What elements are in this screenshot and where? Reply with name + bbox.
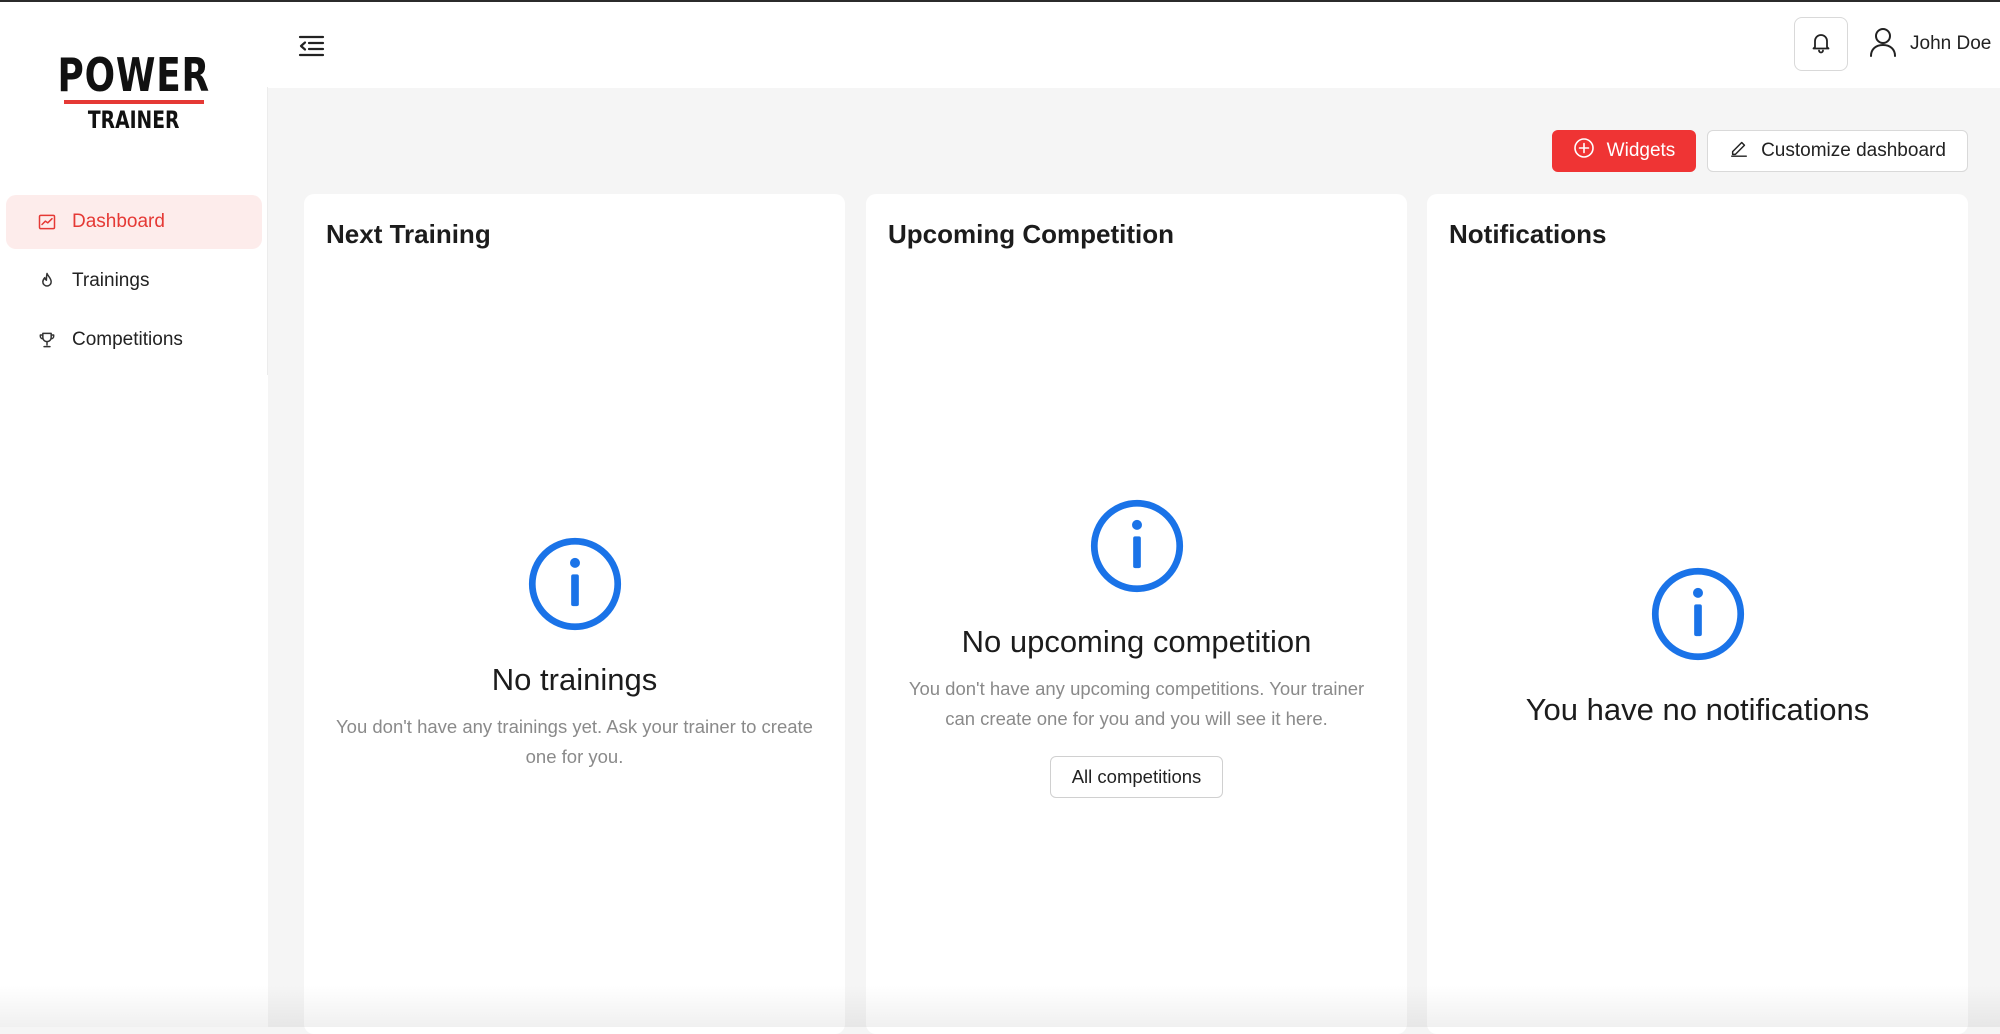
sidebar: POWER TRAINER Dashboard Trainings Compet…: [0, 2, 268, 1027]
sidebar-item-dashboard[interactable]: Dashboard: [6, 195, 262, 249]
user-name: John Doe: [1910, 33, 1992, 54]
sidebar-item-trainings[interactable]: Trainings: [6, 254, 262, 308]
widgets-label: Widgets: [1606, 140, 1676, 161]
upcoming-competition-card: Upcoming Competition No upcoming competi…: [866, 194, 1407, 1034]
sidebar-item-competitions[interactable]: Competitions: [6, 313, 262, 367]
logo-text-trainer: TRAINER: [88, 106, 180, 134]
widgets-button[interactable]: Widgets: [1552, 130, 1696, 172]
card-title: Next Training: [326, 219, 491, 249]
user-menu[interactable]: John Doe: [1868, 24, 1991, 64]
sidebar-item-label: Dashboard: [72, 211, 165, 232]
customize-label: Customize dashboard: [1761, 140, 1946, 161]
trophy-icon: [36, 329, 58, 351]
edit-pencil-icon: [1729, 138, 1761, 164]
sidebar-nav: Dashboard Trainings Competitions: [6, 195, 262, 372]
empty-title: No trainings: [491, 662, 658, 697]
logo-text-power: POWER: [57, 48, 211, 102]
sidebar-item-label: Trainings: [72, 270, 150, 291]
bell-icon: [1809, 30, 1833, 59]
top-header: John Doe: [268, 2, 2000, 88]
empty-state: No trainings You don't have any training…: [304, 536, 845, 772]
info-icon: [1090, 499, 1183, 593]
empty-title: You have no notifications: [1525, 692, 1870, 727]
info-icon: [528, 537, 621, 631]
card-title: Notifications: [1449, 219, 1607, 249]
empty-title: No upcoming competition: [961, 624, 1312, 659]
chart-line-icon: [36, 211, 58, 233]
card-title: Upcoming Competition: [888, 219, 1174, 249]
notifications-card: Notifications You have no notifications: [1427, 194, 1968, 1034]
flame-icon: [36, 270, 58, 292]
empty-description: You don't have any upcoming competitions…: [908, 678, 1365, 729]
empty-description: You don't have any trainings yet. Ask yo…: [336, 716, 813, 767]
empty-state: No upcoming competition You don't have a…: [866, 498, 1407, 798]
next-training-card: Next Training No trainings You don't hav…: [304, 194, 845, 1034]
sidebar-collapse-icon[interactable]: [296, 30, 328, 62]
plus-circle-icon: [1573, 137, 1607, 165]
info-icon: [1651, 567, 1744, 661]
notifications-button[interactable]: [1794, 17, 1848, 71]
power-trainer-logo[interactable]: POWER TRAINER: [0, 52, 268, 133]
user-icon: [1868, 26, 1898, 63]
window-top-border: [0, 0, 2000, 2]
empty-state: You have no notifications: [1427, 566, 1968, 728]
all-competitions-button[interactable]: All competitions: [1049, 756, 1224, 798]
customize-dashboard-button[interactable]: Customize dashboard: [1707, 130, 1968, 172]
sidebar-item-label: Competitions: [72, 329, 183, 350]
